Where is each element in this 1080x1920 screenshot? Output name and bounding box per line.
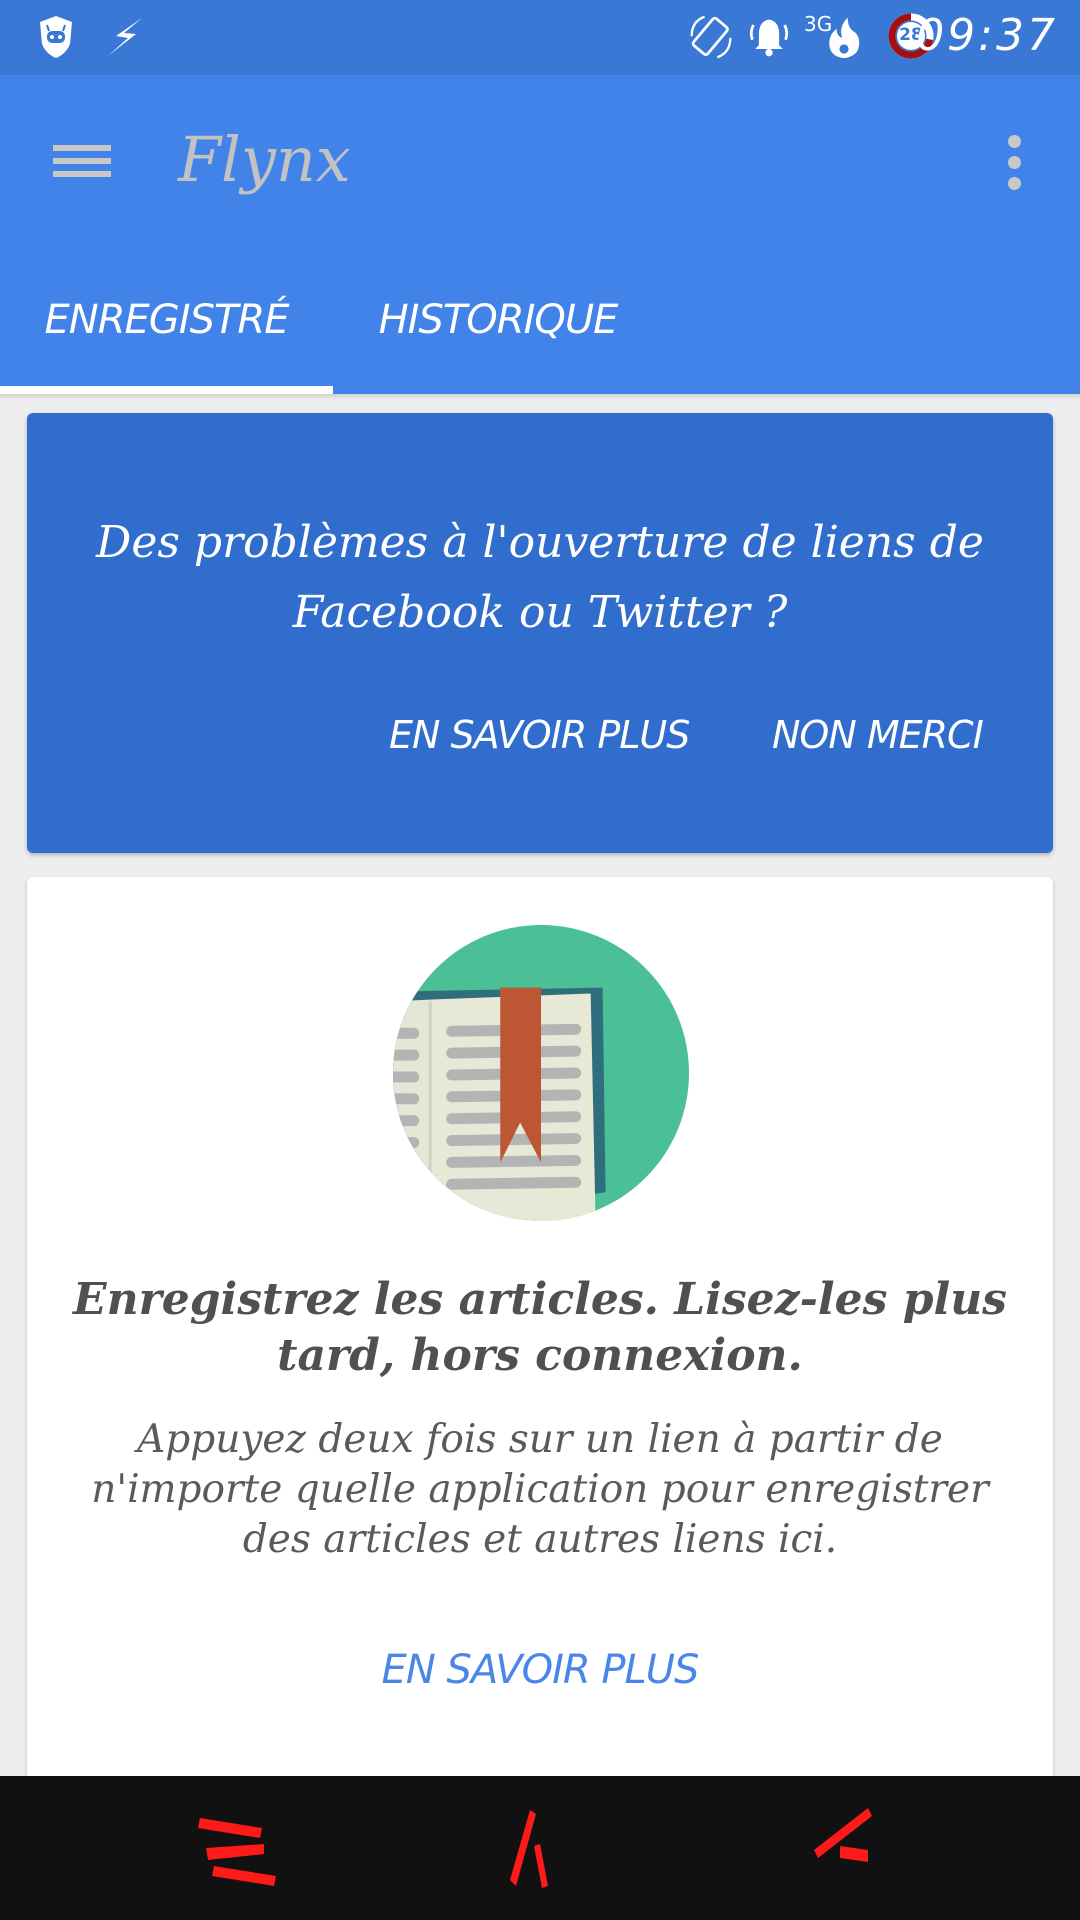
empty-state-card: Enregistrez les articles. Lisez-les plus… — [27, 877, 1053, 1797]
empty-state-title: Enregistrez les articles. Lisez-les plus… — [73, 1274, 1007, 1381]
open-book-bookmark-icon — [392, 924, 690, 1222]
banner-message: Des problèmes à l'ouverture de liens de … — [96, 517, 984, 638]
auto-rotate-icon — [690, 15, 732, 59]
hamburger-menu-icon[interactable] — [50, 137, 114, 185]
banner-dismiss-button[interactable]: NON MERCI — [772, 713, 984, 757]
flash-icon — [108, 18, 142, 56]
learn-more-link[interactable]: EN SAVOIR PLUS — [27, 1647, 1053, 1693]
app-toolbar: Flynx ENREGISTRÉ HISTORIQUE — [0, 75, 1080, 394]
more-vertical-icon[interactable] — [1000, 133, 1028, 193]
banner-learn-more-button[interactable]: EN SAVOIR PLUS — [389, 713, 690, 757]
selected-tab-indicator — [0, 386, 333, 394]
toolbar-shadow — [0, 394, 1080, 400]
home-nav-icon[interactable] — [490, 1806, 590, 1890]
empty-state-description: Appuyez deux fois sur un lien à partir d… — [91, 1417, 989, 1562]
tab-bar: ENREGISTRÉ HISTORIQUE — [0, 262, 1080, 394]
fire-icon — [829, 17, 860, 59]
tab-saved[interactable]: ENREGISTRÉ — [0, 262, 333, 386]
app-title: Flynx — [178, 123, 351, 196]
help-banner-card: Des problèmes à l'ouverture de liens de … — [27, 413, 1053, 853]
back-nav-icon[interactable] — [800, 1806, 900, 1890]
system-nav-bar — [0, 1776, 1080, 1920]
cyanogen-shield-icon — [40, 16, 72, 58]
status-bar: 3G 28 09:37 — [0, 0, 1080, 75]
clock: 09:37 — [916, 10, 1058, 61]
tab-history[interactable]: HISTORIQUE — [333, 262, 663, 386]
alarm-bell-icon — [749, 19, 789, 57]
menu-nav-icon[interactable] — [192, 1806, 292, 1890]
